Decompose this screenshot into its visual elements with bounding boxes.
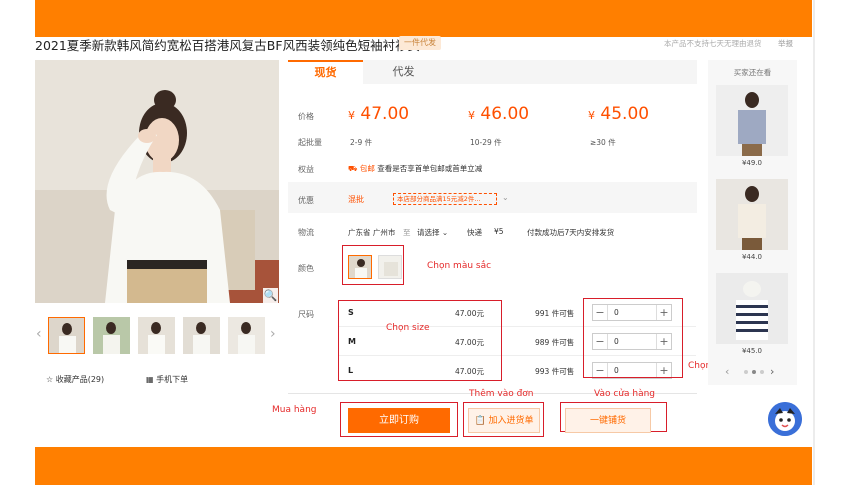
qr-icon: ▦ [146, 375, 154, 384]
benefit-text: 查看是否享首单包邮或首单立减 [377, 164, 483, 173]
recommendation-item-1[interactable] [716, 85, 788, 156]
pager-dot[interactable] [760, 370, 764, 374]
thumbnail-4[interactable] [183, 317, 220, 354]
star-icon: ☆ [46, 375, 54, 384]
truck-icon: ⛟ [348, 164, 358, 173]
currency-symbol: ¥ [348, 109, 355, 122]
add-to-cart-button[interactable]: 📋 加入进货单 [468, 408, 540, 433]
dispatch-note: 付款成功后7天内安排发货 [527, 228, 615, 237]
color-label: 颜色 [298, 264, 314, 273]
thumbnail-1[interactable] [48, 317, 85, 354]
thumbnail-2[interactable] [93, 317, 130, 354]
size-stock-m: 989 件可售 [535, 338, 575, 347]
color-highlight-box [342, 245, 404, 285]
price-tier-1: ¥ 47.00 [348, 104, 409, 124]
logistics-label: 物流 [298, 228, 314, 237]
thumb-next-icon[interactable]: › [270, 326, 276, 342]
report-link[interactable]: 举报 [778, 38, 793, 49]
price-label: 价格 [298, 112, 314, 121]
annotation-cart: Thêm vào đơn [469, 389, 534, 399]
destination-select-value: 请选择 [417, 228, 440, 237]
free-shipping-tag: 包邮 [359, 164, 375, 173]
recommendation-title: 买家还在看 [733, 68, 772, 77]
size-stock-l: 993 件可售 [535, 367, 575, 376]
favorite-label: 收藏产品(29) [55, 375, 105, 384]
thumbnail-5[interactable] [228, 317, 265, 354]
clipboard-icon: 📋 [474, 416, 486, 426]
price-value: 45.00 [600, 104, 650, 124]
chevron-left-icon[interactable]: ‹ [725, 365, 729, 378]
price-tier-3: ¥ 45.00 [588, 104, 649, 124]
assistant-avatar-icon[interactable] [768, 402, 802, 436]
bottom-orange-bar [35, 447, 812, 485]
purchase-tabs: 现货 代发 [288, 60, 697, 84]
thumb-prev-icon[interactable]: ‹ [36, 326, 42, 342]
qty-range-2: 10-29 件 [470, 138, 502, 147]
top-orange-bar [35, 0, 812, 37]
benefit-label: 权益 [298, 165, 314, 174]
favorite-button[interactable]: ☆ 收藏产品(29) [46, 374, 104, 385]
min-qty-label: 起批量 [298, 138, 322, 147]
tab-spot[interactable]: 现货 [288, 60, 363, 84]
annotation-color: Chọn màu sắc [427, 261, 492, 271]
chevron-down-icon[interactable]: ⌄ [502, 193, 509, 202]
qty-range-1: 2-9 件 [350, 138, 373, 147]
currency-symbol: ¥ [588, 109, 595, 122]
chevron-down-icon: ⌄ [441, 228, 449, 237]
ship-to-word: 至 [403, 228, 411, 237]
mobile-label: 手机下单 [156, 375, 189, 384]
promo-label: 优惠 [298, 196, 314, 205]
scrollbar-track[interactable] [813, 0, 815, 485]
recommendation-price-3: ¥45.0 [741, 347, 763, 355]
recommendation-item-2[interactable] [716, 179, 788, 250]
add-to-cart-label: 加入进货单 [488, 416, 534, 426]
thumbnail-3[interactable] [138, 317, 175, 354]
pager-dot[interactable] [752, 370, 756, 374]
price-value: 47.00 [360, 104, 410, 124]
mobile-order-button[interactable]: ▦ 手机下单 [146, 374, 188, 385]
one-click-store-button[interactable]: 一键铺货 [565, 408, 651, 433]
tab-dropship[interactable]: 代发 [366, 60, 441, 84]
benefit-row[interactable]: ⛟ 包邮 查看是否享首单包邮或首单立减 [348, 163, 482, 174]
dropship-badge: 一件代发 [399, 36, 441, 50]
annotation-store: Vào cửa hàng [594, 389, 656, 399]
ship-from: 广东省 广州市 [348, 228, 396, 237]
size-stock-s: 991 件可售 [535, 309, 575, 318]
chevron-right-icon[interactable]: › [770, 365, 774, 378]
recommendation-price-1: ¥49.0 [741, 159, 763, 167]
quantity-highlight-box [583, 298, 683, 378]
shipping-method: 快递 [467, 228, 482, 237]
price-value: 46.00 [480, 104, 530, 124]
mixed-batch-tag: 混批 [348, 195, 364, 204]
return-policy-note: 本产品不支持七天无理由退货 [664, 39, 762, 48]
currency-symbol: ¥ [468, 109, 475, 122]
recommendation-price-2: ¥44.0 [741, 253, 763, 261]
pager-dot[interactable] [744, 370, 748, 374]
size-label: 尺码 [298, 310, 314, 319]
product-title: 2021夏季新款韩风简约宽松百搭港风复古BF风西装领纯色短袖衬衫女 [35, 38, 421, 53]
annotation-size: Chọn size [386, 323, 430, 333]
coupon-tag[interactable]: 本店部分商品满15元减2件... [393, 193, 497, 205]
destination-select[interactable]: 请选择 ⌄ [417, 227, 448, 238]
size-highlight-box [338, 300, 502, 381]
shipping-fee: ¥5 [494, 227, 504, 236]
annotation-buy: Mua hàng [272, 405, 317, 415]
magnifier-icon[interactable]: 🔍 [263, 288, 278, 303]
main-product-image[interactable] [35, 60, 279, 303]
recommendation-item-3[interactable] [716, 273, 788, 344]
buy-now-button[interactable]: 立即订购 [348, 408, 450, 433]
qty-range-3: ≥30 件 [590, 138, 616, 147]
price-tier-2: ¥ 46.00 [468, 104, 529, 124]
